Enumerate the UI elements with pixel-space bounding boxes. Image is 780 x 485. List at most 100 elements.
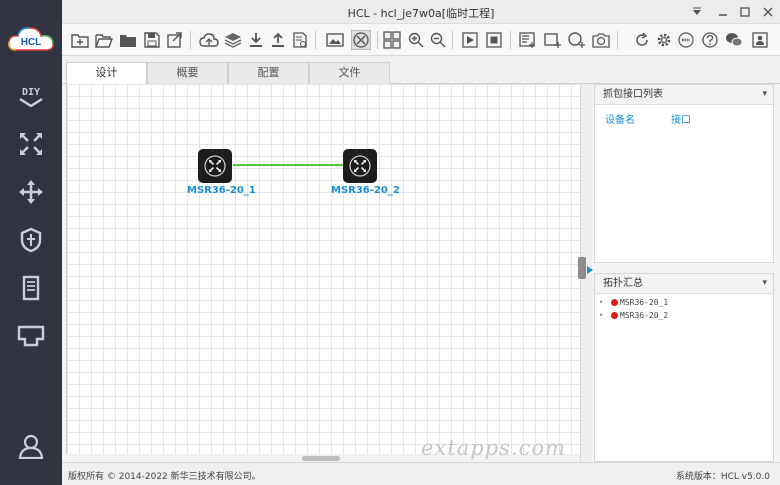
tab-files[interactable]: 文件 (309, 62, 390, 84)
save-as-button[interactable] (165, 30, 185, 50)
new-project-button[interactable] (70, 30, 90, 50)
rectangle-icon (544, 33, 561, 48)
column-interface[interactable]: 接口 (671, 111, 737, 126)
sidebar-item-diy[interactable]: DIY (0, 72, 62, 120)
toolbar-separator (510, 31, 511, 49)
splitter-handle[interactable] (578, 257, 586, 279)
menu-dropdown-button[interactable] (688, 3, 706, 21)
start-button[interactable] (460, 30, 480, 50)
save-icon (144, 32, 160, 48)
play-icon (462, 32, 478, 48)
tab-bar: 设计 概要 配置 文件 (62, 56, 780, 85)
zoom-out-icon (430, 32, 446, 48)
panel-title: 拓扑汇总 (603, 278, 643, 289)
open-project-button[interactable] (94, 30, 114, 50)
camera-icon (592, 33, 610, 48)
ellipse-icon (568, 32, 585, 48)
add-rectangle-button[interactable] (543, 30, 563, 50)
layers-icon (224, 33, 242, 48)
expand-panel-icon[interactable] (586, 265, 594, 275)
grid-button[interactable] (382, 30, 402, 50)
status-bar: 版权所有 © 2014-2022 新华三技术有限公司。 系统版本：HCL v5.… (62, 462, 780, 485)
sidebar-item-firewall[interactable] (0, 216, 62, 264)
collapse-icon[interactable]: ▾ (762, 274, 767, 293)
cloud-upload-button[interactable] (199, 30, 219, 50)
save-button[interactable] (142, 30, 162, 50)
import-button[interactable] (246, 30, 266, 50)
router-icon (353, 32, 369, 48)
zoom-out-button[interactable] (428, 30, 448, 50)
refresh-icon (636, 32, 648, 46)
shield-icon (20, 227, 42, 253)
add-image-button[interactable] (325, 30, 345, 50)
user-icon (18, 434, 44, 459)
folder-button[interactable] (118, 30, 138, 50)
tree-expand-icon[interactable]: ▾ (599, 309, 603, 322)
switch-icon (19, 180, 43, 204)
maximize-button[interactable] (736, 3, 754, 21)
help-icon (702, 32, 718, 48)
panel-title: 抓包接口列表 (603, 89, 663, 100)
topology-tree: ▾ MSR36-20_1 ▾ MSR36-20_2 (595, 294, 773, 322)
status-dot (611, 312, 618, 319)
screenshot-button[interactable] (591, 30, 611, 50)
close-button[interactable] (759, 3, 777, 21)
left-sidebar: HCL DIY (0, 0, 62, 485)
sidebar-item-user[interactable] (0, 422, 62, 470)
download-icon (250, 33, 262, 47)
layers-button[interactable] (223, 30, 243, 50)
minimize-button[interactable] (714, 3, 732, 21)
horizontal-scroll-thumb[interactable] (302, 456, 340, 461)
toolbar-separator (315, 31, 316, 49)
minimize-icon (719, 14, 727, 16)
topology-canvas[interactable]: MSR36-20_1 MSR36-20_2 (66, 84, 580, 462)
add-ellipse-button[interactable] (567, 30, 587, 50)
wechat-button[interactable] (724, 30, 744, 50)
hcl-logo: HCL (8, 27, 54, 51)
refresh-button[interactable] (632, 30, 652, 50)
chevron-down-icon (693, 7, 701, 15)
column-device-name[interactable]: 设备名 (605, 111, 671, 126)
diy-icon: DIY (19, 87, 43, 107)
help-button[interactable] (700, 30, 720, 50)
collapse-icon[interactable]: ▾ (762, 85, 767, 104)
tab-config[interactable]: 配置 (228, 62, 309, 84)
close-icon (763, 7, 773, 17)
picture-icon (326, 33, 344, 47)
document-button[interactable] (290, 30, 310, 50)
tab-design[interactable]: 设计 (66, 62, 147, 85)
document-settings-icon (293, 32, 307, 48)
topology-summary-panel: 拓扑汇总 ▾ ▾ MSR36-20_1 ▾ MSR36-20_2 (594, 273, 774, 462)
tab-summary[interactable]: 概要 (147, 62, 228, 84)
sidebar-item-switch[interactable] (0, 168, 62, 216)
upload-icon (272, 32, 284, 47)
panel-header: 抓包接口列表 ▾ (595, 85, 773, 105)
command-button[interactable] (676, 30, 696, 50)
sidebar-item-terminal[interactable] (0, 264, 62, 312)
router-icon (349, 155, 371, 177)
toolbar (62, 24, 780, 56)
network-link[interactable] (233, 164, 345, 166)
settings-button[interactable] (654, 30, 674, 50)
tree-expand-icon[interactable]: ▾ (599, 296, 603, 309)
add-text-button[interactable] (518, 30, 538, 50)
title-bar: HCL - hcl_je7w0a[临时工程] (62, 0, 780, 24)
tree-item[interactable]: ▾ MSR36-20_2 (595, 309, 773, 322)
wechat-icon (726, 33, 743, 47)
contact-card-icon (752, 32, 768, 48)
sidebar-item-connection[interactable] (0, 312, 62, 360)
device-msr36-20-2[interactable] (343, 149, 377, 183)
sidebar-item-router[interactable] (0, 120, 62, 168)
feedback-button[interactable] (750, 30, 770, 50)
new-folder-icon (71, 34, 89, 48)
device-select-button[interactable] (351, 30, 371, 50)
device-msr36-20-1[interactable] (198, 149, 232, 183)
text-list-icon (519, 32, 535, 48)
toolbar-separator (377, 31, 378, 49)
grid-icon (383, 31, 401, 49)
tree-item[interactable]: ▾ MSR36-20_1 (595, 296, 773, 309)
zoom-in-button[interactable] (406, 30, 426, 50)
stop-button[interactable] (484, 30, 504, 50)
export-button[interactable] (268, 30, 288, 50)
svg-text:DIY: DIY (22, 87, 40, 98)
